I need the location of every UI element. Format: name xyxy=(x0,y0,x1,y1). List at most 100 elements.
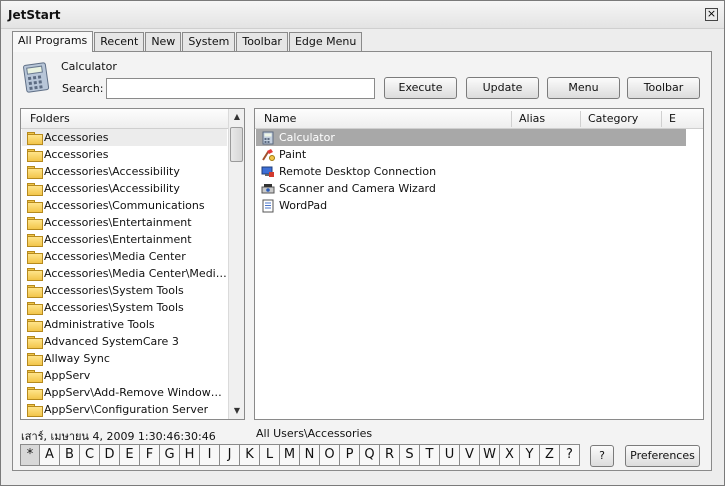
tab-new[interactable]: New xyxy=(145,32,182,51)
folder-label: AppServ\Configuration Server xyxy=(44,403,209,416)
letter-filter-button[interactable]: T xyxy=(420,444,440,466)
letter-filter-button[interactable]: N xyxy=(300,444,320,466)
folders-list[interactable]: Folders Accessories Accessories Accessorie… xyxy=(20,108,245,420)
menu-button[interactable]: Menu xyxy=(547,77,620,99)
letter-filter-button[interactable]: V xyxy=(460,444,480,466)
program-row-wordpad[interactable]: WordPad xyxy=(256,197,686,214)
column-separator[interactable] xyxy=(511,111,512,127)
preferences-button[interactable]: Preferences xyxy=(625,445,700,467)
programs-header: Name Alias Category E xyxy=(255,109,703,129)
folder-label: Accessories xyxy=(44,131,109,144)
program-row-scanner[interactable]: Scanner and Camera Wizard xyxy=(256,180,686,197)
execute-button[interactable]: Execute xyxy=(384,77,457,99)
letter-filter-button[interactable]: E xyxy=(120,444,140,466)
tab-strip: All Programs Recent New System Toolbar E… xyxy=(12,31,363,52)
programs-list[interactable]: Name Alias Category E Calculator Paint R… xyxy=(254,108,704,420)
column-extra[interactable]: E xyxy=(669,112,676,125)
scroll-down-icon[interactable]: ▼ xyxy=(231,405,243,417)
folder-row[interactable]: AppServ xyxy=(22,367,227,384)
scroll-thumb[interactable] xyxy=(230,127,243,162)
letter-filter-button[interactable]: H xyxy=(180,444,200,466)
close-icon[interactable]: × xyxy=(705,8,718,21)
letter-filter-button[interactable]: W xyxy=(480,444,500,466)
letter-filter-button[interactable]: M xyxy=(280,444,300,466)
folder-row[interactable]: Accessories xyxy=(22,146,227,163)
folder-label: Accessories\Accessibility xyxy=(44,182,180,195)
letter-filter-button[interactable]: * xyxy=(20,444,40,466)
folder-label: Accessories\Accessibility xyxy=(44,165,180,178)
folder-row[interactable]: Accessories\Entertainment xyxy=(22,231,227,248)
column-name[interactable]: Name xyxy=(264,112,296,125)
letter-filter-button[interactable]: ? xyxy=(560,444,580,466)
folder-icon xyxy=(27,149,43,162)
letter-filter-button[interactable]: S xyxy=(400,444,420,466)
folder-icon xyxy=(27,166,43,179)
folder-icon xyxy=(27,387,43,400)
letter-filter-button[interactable]: F xyxy=(140,444,160,466)
folder-icon xyxy=(27,353,43,366)
folder-row[interactable]: Accessories\System Tools xyxy=(22,282,227,299)
scroll-up-icon[interactable]: ▲ xyxy=(231,111,243,123)
letter-filter-button[interactable]: G xyxy=(160,444,180,466)
update-button[interactable]: Update xyxy=(466,77,539,99)
program-row-calculator[interactable]: Calculator xyxy=(256,129,686,146)
program-row-paint[interactable]: Paint xyxy=(256,146,686,163)
letter-filter-button[interactable]: R xyxy=(380,444,400,466)
folder-row[interactable]: Accessories\Communications xyxy=(22,197,227,214)
folder-label: Allway Sync xyxy=(44,352,110,365)
folder-row[interactable]: AppServ\Configuration Server xyxy=(22,401,227,418)
folder-icon xyxy=(27,251,43,264)
folder-icon xyxy=(27,217,43,230)
letter-filter-button[interactable]: Y xyxy=(520,444,540,466)
folder-row[interactable]: Accessories\Media Center\Media C... xyxy=(22,265,227,282)
letter-filter-button[interactable]: X xyxy=(500,444,520,466)
folder-icon xyxy=(27,319,43,332)
letter-filter-button[interactable]: I xyxy=(200,444,220,466)
folder-row[interactable]: Accessories\System Tools xyxy=(22,299,227,316)
folder-icon xyxy=(27,268,43,281)
column-category[interactable]: Category xyxy=(588,112,638,125)
toolbar-button[interactable]: Toolbar xyxy=(627,77,700,99)
help-button[interactable]: ? xyxy=(590,445,614,467)
folder-row[interactable]: Administrative Tools xyxy=(22,316,227,333)
folders-scrollbar[interactable]: ▲ ▼ xyxy=(228,109,244,419)
tab-toolbar[interactable]: Toolbar xyxy=(236,32,288,51)
alphabet-filter-bar: * A B C D E F G H I J K L M N O P Q R S T U V W X Y Z? xyxy=(20,444,580,466)
letter-filter-button[interactable]: K xyxy=(240,444,260,466)
letter-filter-button[interactable]: D xyxy=(100,444,120,466)
column-separator[interactable] xyxy=(661,111,662,127)
folder-row[interactable]: Accessories xyxy=(22,129,227,146)
letter-filter-button[interactable]: C xyxy=(80,444,100,466)
tab-all-programs[interactable]: All Programs xyxy=(12,31,94,52)
title-bar[interactable]: JetStart × xyxy=(1,1,724,29)
tab-recent[interactable]: Recent xyxy=(94,32,145,51)
letter-filter-button[interactable]: J xyxy=(220,444,240,466)
folder-row[interactable]: AppServ\Add-Remove Windows Se... xyxy=(22,384,227,401)
letter-filter-button[interactable]: Z xyxy=(540,444,560,466)
folders-header-label: Folders xyxy=(30,112,70,125)
program-name: Paint xyxy=(279,148,307,161)
letter-filter-button[interactable]: Q xyxy=(360,444,380,466)
folder-icon xyxy=(27,200,43,213)
folders-header[interactable]: Folders xyxy=(21,109,244,129)
tab-edge-menu[interactable]: Edge Menu xyxy=(288,32,363,51)
letter-filter-button[interactable]: P xyxy=(340,444,360,466)
letter-filter-button[interactable]: O xyxy=(320,444,340,466)
folder-row[interactable]: Accessories\Accessibility xyxy=(22,163,227,180)
folder-row[interactable]: Accessories\Accessibility xyxy=(22,180,227,197)
folder-row[interactable]: Accessories\Entertainment xyxy=(22,214,227,231)
folder-label: AppServ\Add-Remove Windows Se... xyxy=(44,386,227,399)
letter-filter-button[interactable]: A xyxy=(40,444,60,466)
folder-row[interactable]: Accessories\Media Center xyxy=(22,248,227,265)
letter-filter-button[interactable]: B xyxy=(60,444,80,466)
tab-system[interactable]: System xyxy=(182,32,236,51)
letter-filter-button[interactable]: U xyxy=(440,444,460,466)
search-input[interactable] xyxy=(106,78,375,99)
column-alias[interactable]: Alias xyxy=(519,112,545,125)
folder-row[interactable]: Allway Sync xyxy=(22,350,227,367)
letter-filter-button[interactable]: L xyxy=(260,444,280,466)
program-row-remote-desktop[interactable]: Remote Desktop Connection xyxy=(256,163,686,180)
folder-icon xyxy=(27,370,43,383)
folder-row[interactable]: Advanced SystemCare 3 xyxy=(22,333,227,350)
column-separator[interactable] xyxy=(580,111,581,127)
